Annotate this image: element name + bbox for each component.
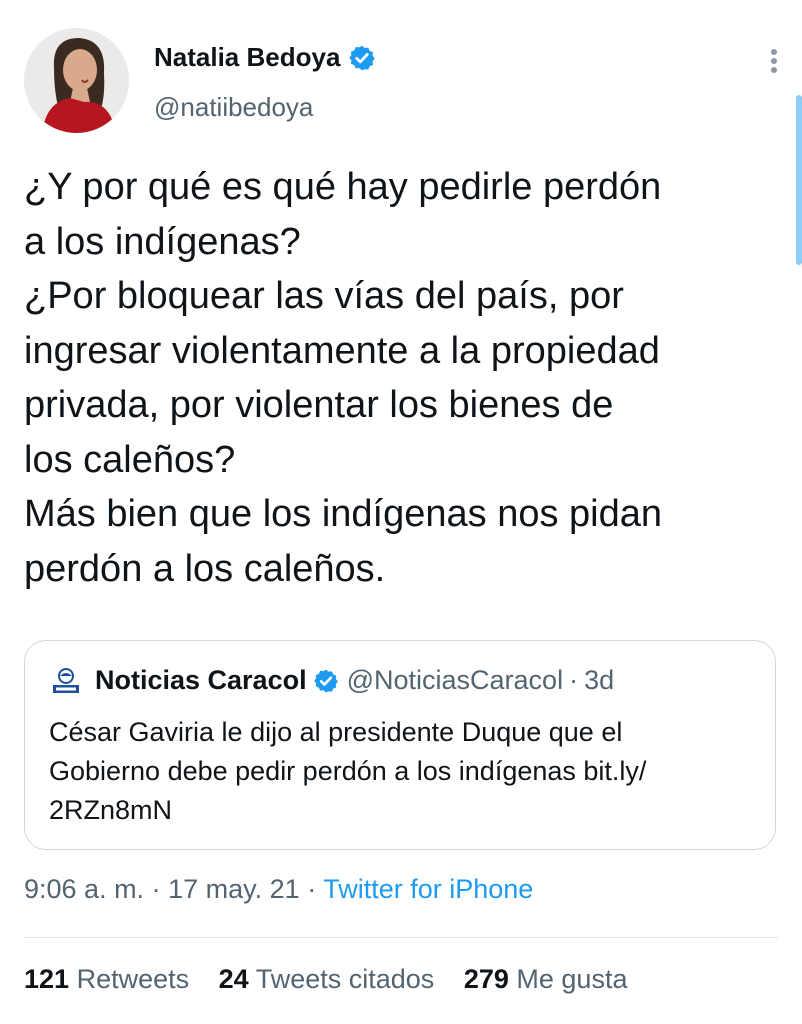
scroll-indicator [796,95,802,265]
quoted-tweet-card[interactable]: Noticias Caracol @NoticiasCaracol · 3d C… [24,640,776,850]
tweet-meta: 9:06 a. m. · 17 may. 21 · Twitter for iP… [24,874,533,905]
quoted-author-name[interactable]: Noticias Caracol [95,665,307,696]
tweet-header: Natalia Bedoya @natiibedoya [24,26,784,136]
tweet-line: ¿Y por qué es qué hay pedirle perdón [24,166,662,208]
quoted-line: César Gaviria le dijo al presidente Duqu… [49,717,623,747]
noticias-caracol-logo [51,666,81,696]
tweet-line: Más bien que los indígenas nos pidan [24,493,663,535]
verified-badge-icon [313,668,339,694]
tweet-line: privada, por violentar los bienes de [24,384,614,426]
tweet-time[interactable]: 9:06 a. m. [24,874,144,904]
retweets-count: 121 [24,964,70,994]
tweet-line: los caleños? [24,438,236,481]
quoted-tweet-text: César Gaviria le dijo al presidente Duqu… [49,713,769,830]
tweet-source-link[interactable]: Twitter for iPhone [323,874,533,904]
avatar[interactable] [24,28,129,133]
retweets-stat[interactable]: 121 Retweets [24,964,211,994]
quoted-line[interactable]: 2RZn8mN [49,791,769,830]
retweets-label: Retweets [76,964,190,994]
author-handle[interactable]: @natiibedoya [154,92,313,123]
separator-dot: · [307,874,317,904]
separator-dot: · [151,874,161,904]
author-name[interactable]: Natalia Bedoya [154,42,340,73]
quoted-tweet-header: Noticias Caracol @NoticiasCaracol · 3d [51,665,614,696]
separator-dot: · [569,665,579,695]
tweet-line: ingresar violentamente a la propiedad [24,329,660,372]
divider [24,937,778,938]
quoted-timestamp[interactable]: 3d [584,665,614,696]
quoted-line[interactable]: Gobierno debe pedir perdón a los indígen… [49,752,769,791]
tweet-text: ¿Y por qué es qué hay pedirle perdón a l… [24,160,784,596]
tweet-line: a los indígenas? [24,220,301,263]
verified-badge-icon [348,44,376,72]
quotes-stat[interactable]: 24 Tweets citados [219,964,457,994]
tweet-line: perdón a los caleños. [24,547,386,590]
author-name-row: Natalia Bedoya [154,42,376,73]
tweet-line: ¿Por bloquear las vías del país, por [24,275,624,317]
quotes-label: Tweets citados [255,964,435,994]
quoted-author-handle[interactable]: @NoticiasCaracol [347,665,563,696]
tweet-stats: 121 Retweets 24 Tweets citados 279 Me gu… [24,964,649,995]
likes-label: Me gusta [516,964,628,994]
tweet-date[interactable]: 17 may. 21 [168,874,300,904]
more-options-icon[interactable] [764,46,784,76]
likes-stat[interactable]: 279 Me gusta [464,964,650,994]
likes-count: 279 [463,964,509,994]
quotes-count: 24 [218,964,249,994]
